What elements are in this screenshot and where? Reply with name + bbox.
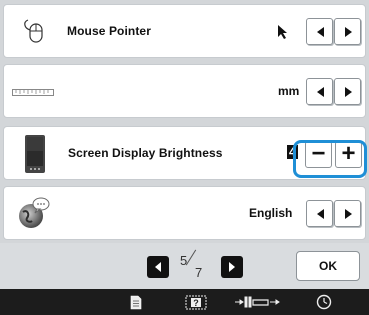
mouse-pointer-row: Mouse Pointer (3, 4, 366, 58)
settings-screen: Mouse Pointer mm Screen Display Brightne… (0, 0, 369, 315)
units-prev-button[interactable] (306, 78, 333, 105)
screen-icon (25, 135, 45, 173)
page-next-button[interactable] (221, 256, 243, 278)
help-icon: ? (185, 295, 207, 309)
arrow-left-icon (316, 208, 324, 219)
brightness-highlight (293, 140, 367, 178)
page-indicator: 5 7 (178, 249, 212, 280)
brightness-label: Screen Display Brightness (68, 146, 223, 160)
arrow-right-icon (344, 26, 352, 37)
document-icon (130, 295, 142, 309)
ruler-icon (12, 89, 54, 96)
arrow-right-icon (344, 208, 352, 219)
language-prev-button[interactable] (306, 200, 333, 227)
units-value: mm (278, 84, 300, 98)
tab-help[interactable]: ? (172, 289, 220, 315)
mouse-pointer-next-button[interactable] (334, 18, 361, 45)
tab-clock[interactable] (300, 289, 348, 315)
mouse-icon (24, 19, 43, 43)
mouse-pointer-label: Mouse Pointer (67, 24, 151, 38)
arrow-cursor-icon (278, 25, 287, 39)
language-next-button[interactable] (334, 200, 361, 227)
arrow-left-icon (316, 26, 324, 37)
ok-button[interactable]: OK (296, 251, 360, 281)
arrow-left-icon (155, 262, 161, 272)
language-value: English (249, 206, 293, 220)
globe-icon (19, 197, 50, 228)
tab-document[interactable] (112, 289, 160, 315)
clock-icon (316, 294, 332, 310)
needle-position-icon (235, 296, 280, 308)
units-row: mm (3, 64, 366, 118)
tab-needle-position[interactable] (228, 289, 288, 315)
mouse-pointer-prev-button[interactable] (306, 18, 333, 45)
arrow-left-icon (316, 86, 324, 97)
units-next-button[interactable] (334, 78, 361, 105)
current-page: 5 (180, 253, 188, 268)
arrow-right-icon (229, 262, 235, 272)
total-pages: 7 (195, 265, 203, 280)
page-prev-button[interactable] (147, 256, 169, 278)
arrow-right-icon (344, 86, 352, 97)
bottom-tab-bar: ? (0, 289, 369, 315)
language-row: English (3, 186, 366, 240)
svg-text:?: ? (193, 298, 199, 308)
